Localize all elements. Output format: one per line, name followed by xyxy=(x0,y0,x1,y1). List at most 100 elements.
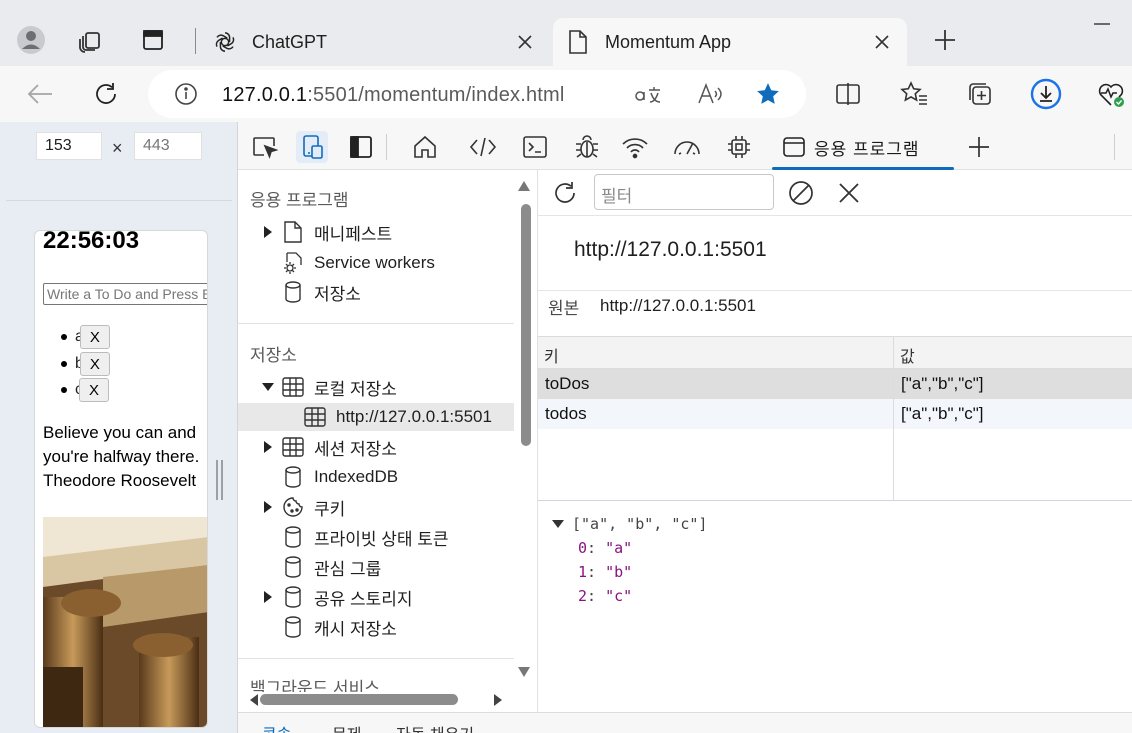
storage-toolbar: 필터 xyxy=(538,170,1132,216)
back-arrow-icon[interactable] xyxy=(24,78,56,110)
sidebar-item-private-state-tokens[interactable]: 프라이빗 상태 토큰 xyxy=(282,523,449,551)
collections-icon[interactable] xyxy=(964,78,996,110)
devtools-toolbar: 응용 프로그램 xyxy=(238,122,1132,170)
row-key: toDos xyxy=(545,374,590,393)
sidebar-scrollbar-thumb[interactable] xyxy=(521,204,531,446)
performance-gauge-icon[interactable] xyxy=(672,132,702,162)
more-tools-plus-icon[interactable] xyxy=(964,132,994,162)
preview-summary-row[interactable]: ["a", "b", "c"] xyxy=(552,512,707,536)
delete-todo-button[interactable]: X xyxy=(79,352,110,376)
collapse-arrow-icon[interactable] xyxy=(260,379,276,395)
sidebar-item-interest-groups[interactable]: 관심 그룹 xyxy=(282,553,381,581)
cookie-icon xyxy=(282,496,304,518)
database-icon xyxy=(282,526,304,548)
workspaces-icon[interactable] xyxy=(76,25,106,55)
viewport-resize-handle[interactable] xyxy=(216,460,224,500)
inspect-element-icon[interactable] xyxy=(250,132,280,162)
delete-todo-button[interactable]: X xyxy=(79,378,109,402)
tab-application[interactable]: 응용 프로그램 xyxy=(772,126,954,170)
sidebar-item-local-storage[interactable]: 로컬 저장소 xyxy=(260,373,397,401)
close-tab-icon[interactable] xyxy=(869,29,895,55)
favorite-star-icon[interactable] xyxy=(752,78,784,110)
sidebar-item-label: Service workers xyxy=(314,253,435,272)
sidebar-item-session-storage[interactable]: 세션 저장소 xyxy=(260,433,397,461)
sidebar-item-label: 로컬 저장소 xyxy=(314,379,397,399)
sidebar-item-cache-storage[interactable]: 캐시 저장소 xyxy=(282,613,397,641)
sidebar-item-label: 쿠키 xyxy=(314,499,346,519)
site-info-icon[interactable] xyxy=(170,78,202,110)
sources-bug-icon[interactable] xyxy=(572,132,602,162)
origin-value: http://127.0.0.1:5501 xyxy=(600,296,756,315)
refresh-icon[interactable] xyxy=(550,178,580,208)
elements-code-icon[interactable] xyxy=(468,132,498,162)
table-row[interactable]: toDos ["a","b","c"] xyxy=(538,369,1132,399)
todo-item: c X xyxy=(61,378,109,402)
vertical-tabs-icon[interactable] xyxy=(138,25,168,55)
drawer-tab-issues[interactable]: 문제 xyxy=(332,721,361,733)
sidebar-item-label: 저장소 xyxy=(314,284,361,304)
url-text: 127.0.0.1:5501/momentum/index.html xyxy=(222,84,565,107)
tab-momentum-app[interactable]: Momentum App xyxy=(553,18,907,66)
sidebar-item-storage[interactable]: 저장소 xyxy=(282,278,361,306)
browser-navbar: 127.0.0.1:5501/momentum/index.html xyxy=(0,66,1132,122)
column-divider xyxy=(893,337,894,501)
url-host: 127.0.0.1 xyxy=(222,84,308,106)
favorites-icon[interactable] xyxy=(898,78,930,110)
delete-selected-close-icon[interactable] xyxy=(834,178,864,208)
todo-input[interactable]: Write a To Do and Press Enter xyxy=(43,283,207,305)
collapse-arrow-icon[interactable] xyxy=(552,512,572,536)
tab-chatgpt[interactable]: ChatGPT xyxy=(200,18,550,66)
sidebar-item-shared-storage[interactable]: 공유 스토리지 xyxy=(260,583,413,611)
drawer-tab-autofill[interactable]: 자동 채우기 xyxy=(396,721,474,733)
table-row[interactable]: todos ["a","b","c"] xyxy=(538,399,1132,429)
browser-essentials-icon[interactable] xyxy=(1096,78,1128,110)
dock-side-icon[interactable] xyxy=(346,132,376,162)
todo-item: a X xyxy=(61,325,110,349)
read-aloud-icon[interactable] xyxy=(694,78,726,110)
drawer-tab-console[interactable]: 콘솔 xyxy=(262,721,291,733)
downloads-icon[interactable] xyxy=(1030,78,1062,110)
network-wifi-icon[interactable] xyxy=(620,132,650,162)
chatgpt-logo-icon xyxy=(212,29,238,55)
profile-avatar-icon[interactable] xyxy=(16,25,46,55)
close-tab-icon[interactable] xyxy=(512,29,538,55)
address-bar[interactable]: 127.0.0.1:5501/momentum/index.html xyxy=(148,70,806,118)
delete-todo-button[interactable]: X xyxy=(79,325,110,349)
sidebar-item-indexeddb[interactable]: IndexedDB xyxy=(282,463,398,491)
device-toolbar-icon[interactable] xyxy=(296,131,328,163)
memory-chip-icon[interactable] xyxy=(724,132,754,162)
entry-index: 0 xyxy=(578,539,588,557)
storage-table: 키 값 toDos ["a","b","c"] todos ["a","b","… xyxy=(538,336,1132,501)
value-preview-tree: ["a", "b", "c"] 0: "a" 1: "b" 2: "c" xyxy=(552,512,707,608)
expand-arrow-icon[interactable] xyxy=(260,224,276,240)
clear-all-block-icon[interactable] xyxy=(786,178,816,208)
welcome-home-icon[interactable] xyxy=(410,132,440,162)
sidebar-item-service-workers[interactable]: Service workers xyxy=(282,249,435,277)
sidebar-hscroll-thumb[interactable] xyxy=(260,694,458,705)
translate-icon[interactable] xyxy=(632,78,664,110)
viewport-height-field[interactable]: 443 xyxy=(134,132,202,160)
device-ruler xyxy=(6,200,232,201)
sidebar-item-local-origin[interactable]: http://127.0.0.1:5501 xyxy=(238,403,514,431)
expand-arrow-icon[interactable] xyxy=(260,499,276,515)
tab-title: Momentum App xyxy=(605,31,732,52)
viewport-width-field[interactable]: 153 xyxy=(36,132,102,160)
tab-title: ChatGPT xyxy=(252,31,328,52)
split-screen-icon[interactable] xyxy=(832,78,864,110)
column-header-key[interactable]: 키 xyxy=(538,337,893,369)
column-header-value[interactable]: 값 xyxy=(894,337,1132,369)
row-value: ["a","b","c"] xyxy=(901,374,984,393)
entry-value: "a" xyxy=(605,539,633,557)
new-tab-plus-icon[interactable] xyxy=(930,25,960,55)
console-icon[interactable] xyxy=(520,132,550,162)
sidebar-item-manifest[interactable]: 매니페스트 xyxy=(260,218,392,246)
entry-value: "b" xyxy=(605,563,633,581)
minimize-window-icon[interactable] xyxy=(1090,14,1114,34)
preview-summary: ["a", "b", "c"] xyxy=(572,515,708,533)
reload-icon[interactable] xyxy=(90,78,122,110)
quote-text: Believe you can and you're halfway there… xyxy=(43,423,200,490)
expand-arrow-icon[interactable] xyxy=(260,589,276,605)
sidebar-item-cookies[interactable]: 쿠키 xyxy=(260,493,345,521)
expand-arrow-icon[interactable] xyxy=(260,439,276,455)
filter-input[interactable]: 필터 xyxy=(594,174,774,210)
